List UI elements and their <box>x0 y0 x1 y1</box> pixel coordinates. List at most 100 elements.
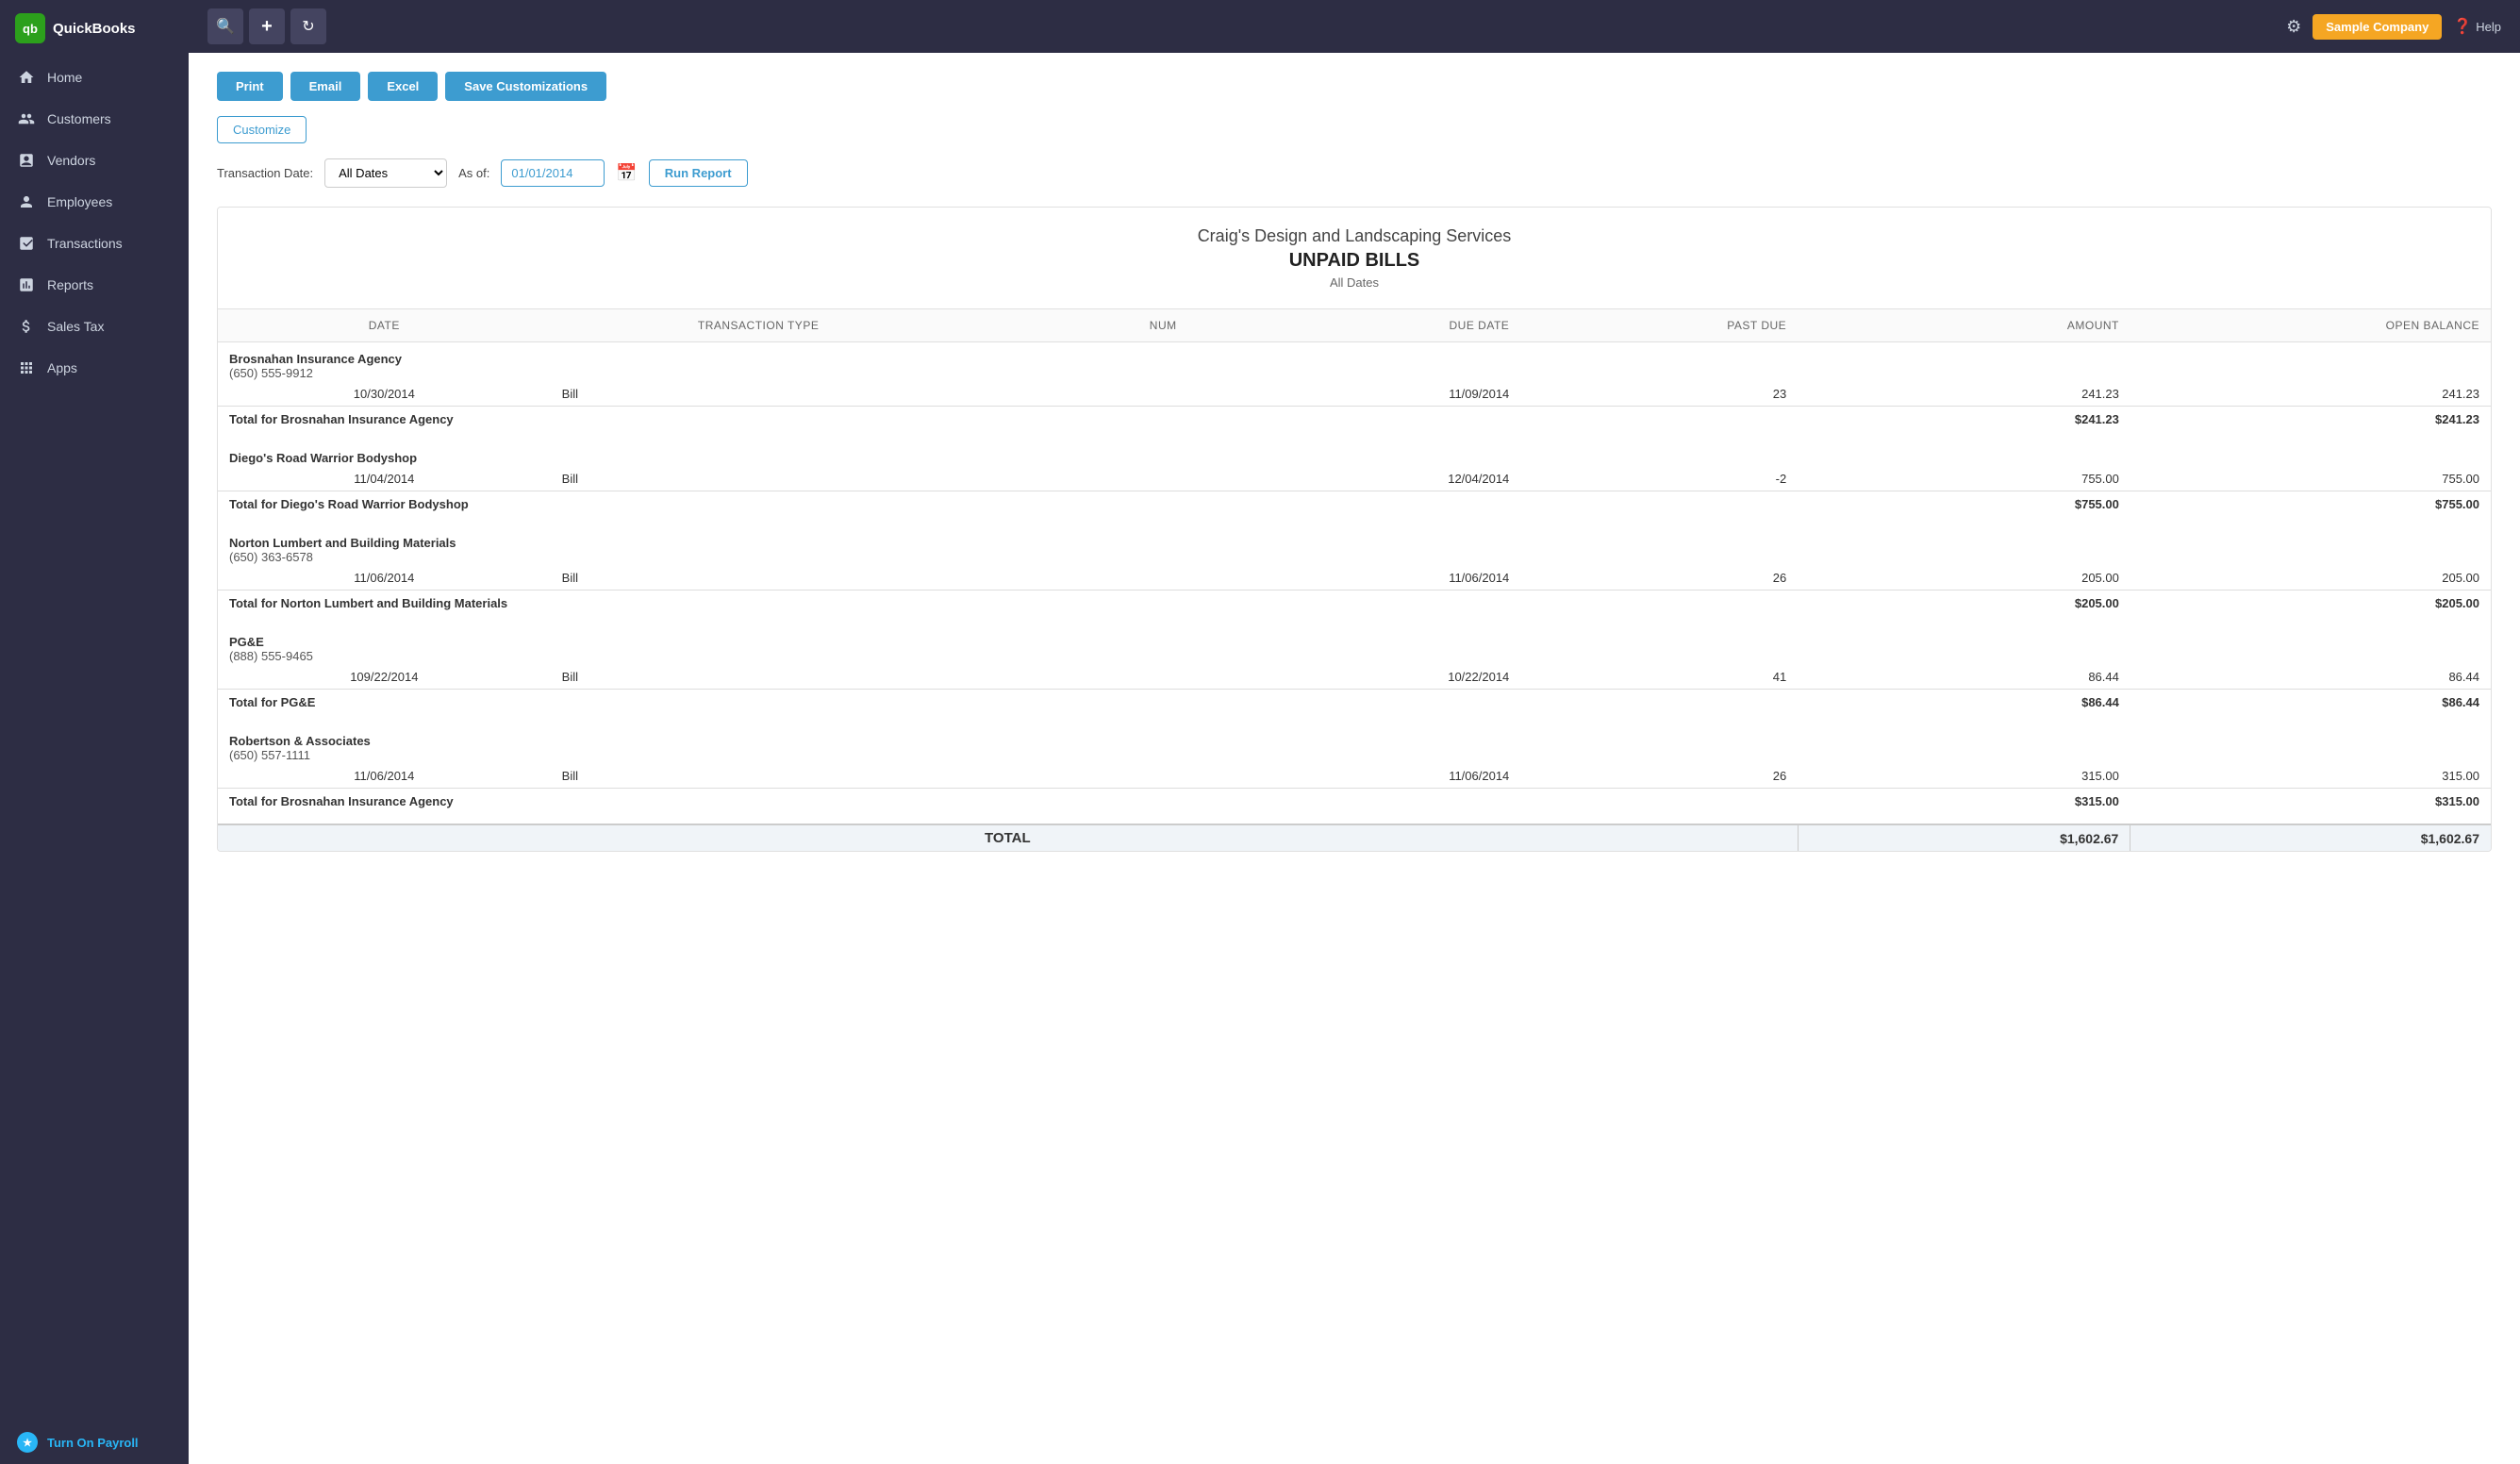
vendor-phone: (650) 557-1111 <box>229 748 2479 762</box>
tx-due-date: 10/22/2014 <box>1188 665 1521 690</box>
vendor-total-balance: $86.44 <box>2130 690 2491 716</box>
sidebar-customers-label: Customers <box>47 111 111 126</box>
vendor-name-row: Brosnahan Insurance Agency (650) 555-991… <box>218 342 2491 383</box>
tx-type: Bill <box>551 764 967 789</box>
sidebar-employees-label: Employees <box>47 194 112 209</box>
transaction-date-select[interactable]: All Dates This Month Last Month This Yea… <box>324 158 447 188</box>
sidebar-sales-tax-label: Sales Tax <box>47 319 104 334</box>
tx-balance: 241.23 <box>2130 382 2491 407</box>
reports-icon <box>17 275 36 294</box>
vendor-total-amount: $241.23 <box>1798 407 2130 433</box>
vendor-total-row: Total for Diego's Road Warrior Bodyshop … <box>218 491 2491 518</box>
asof-label: As of: <box>458 166 489 180</box>
sidebar-item-customers[interactable]: Customers <box>0 98 189 140</box>
col-header-type: TRANSACTION TYPE <box>551 309 967 342</box>
transactions-icon <box>17 234 36 253</box>
home-icon <box>17 68 36 87</box>
tx-type: Bill <box>551 382 967 407</box>
tx-num <box>967 665 1188 690</box>
customize-button[interactable]: Customize <box>217 116 307 143</box>
sidebar-vendors-label: Vendors <box>47 153 95 168</box>
transaction-row: 10/30/2014 Bill 11/09/2014 23 241.23 241… <box>218 382 2491 407</box>
tx-balance: 86.44 <box>2130 665 2491 690</box>
sidebar-reports-label: Reports <box>47 277 93 292</box>
sidebar-payroll-label: Turn On Payroll <box>47 1436 139 1450</box>
sidebar-item-apps[interactable]: Apps <box>0 347 189 389</box>
transaction-row: 11/06/2014 Bill 11/06/2014 26 315.00 315… <box>218 764 2491 789</box>
sidebar-payroll[interactable]: ★ Turn On Payroll <box>0 1421 189 1464</box>
transaction-row: 11/04/2014 Bill 12/04/2014 -2 755.00 755… <box>218 467 2491 491</box>
email-button[interactable]: Email <box>290 72 361 101</box>
employees-icon <box>17 192 36 211</box>
vendor-total-row: Total for Brosnahan Insurance Agency $31… <box>218 789 2491 815</box>
save-customizations-button[interactable]: Save Customizations <box>445 72 606 101</box>
vendor-total-amount: $86.44 <box>1798 690 2130 716</box>
transaction-date-label: Transaction Date: <box>217 166 313 180</box>
vendor-total-label: Total for Brosnahan Insurance Agency <box>218 407 1798 433</box>
sidebar-item-reports[interactable]: Reports <box>0 264 189 306</box>
report-subtitle: All Dates <box>237 275 2472 290</box>
tx-num <box>967 764 1188 789</box>
spacer-row <box>218 814 2491 824</box>
vendor-total-label: Total for Diego's Road Warrior Bodyshop <box>218 491 1798 518</box>
tx-num <box>967 382 1188 407</box>
grand-total-balance: $1,602.67 <box>2130 824 2491 851</box>
vendor-name: Brosnahan Insurance Agency <box>229 352 2479 366</box>
report-area: Craig's Design and Landscaping Services … <box>217 207 2492 852</box>
company-button[interactable]: Sample Company <box>2313 14 2442 40</box>
vendor-name: Diego's Road Warrior Bodyshop <box>229 451 2479 465</box>
col-header-num: NUM <box>967 309 1188 342</box>
settings-icon[interactable]: ⚙ <box>2286 17 2301 37</box>
asof-input[interactable] <box>501 159 605 187</box>
tx-num <box>967 566 1188 591</box>
col-header-balance: OPEN BALANCE <box>2130 309 2491 342</box>
vendor-name: PG&E <box>229 635 2479 649</box>
tx-due-date: 11/06/2014 <box>1188 764 1521 789</box>
sidebar-item-vendors[interactable]: Vendors <box>0 140 189 181</box>
tx-due-date: 12/04/2014 <box>1188 467 1521 491</box>
sales-tax-icon <box>17 317 36 336</box>
tx-due-date: 11/09/2014 <box>1188 382 1521 407</box>
tx-type: Bill <box>551 566 967 591</box>
topbar-right: ⚙ Sample Company ❓ Help <box>2286 14 2501 40</box>
tx-amount: 241.23 <box>1798 382 2130 407</box>
report-body: Brosnahan Insurance Agency (650) 555-991… <box>218 342 2491 825</box>
refresh-button[interactable]: ↻ <box>290 8 326 44</box>
spacer-row <box>218 715 2491 724</box>
vendor-total-amount: $755.00 <box>1798 491 2130 518</box>
sidebar-item-transactions[interactable]: Transactions <box>0 223 189 264</box>
tx-amount: 205.00 <box>1798 566 2130 591</box>
calendar-icon[interactable]: 📅 <box>616 163 637 183</box>
report-header: Craig's Design and Landscaping Services … <box>218 208 2491 308</box>
print-button[interactable]: Print <box>217 72 283 101</box>
customers-icon <box>17 109 36 128</box>
vendor-total-row: Total for Brosnahan Insurance Agency $24… <box>218 407 2491 433</box>
add-button[interactable]: + <box>249 8 285 44</box>
tx-past-due: 26 <box>1520 566 1798 591</box>
excel-button[interactable]: Excel <box>368 72 438 101</box>
sidebar-item-home[interactable]: Home <box>0 57 189 98</box>
vendor-name: Robertson & Associates <box>229 734 2479 748</box>
grand-total-label: TOTAL <box>218 824 1798 851</box>
vendor-total-row: Total for PG&E $86.44 $86.44 <box>218 690 2491 716</box>
run-report-button[interactable]: Run Report <box>649 159 748 187</box>
col-header-amount: AMOUNT <box>1798 309 2130 342</box>
vendor-phone: (888) 555-9465 <box>229 649 2479 663</box>
payroll-icon: ★ <box>17 1432 38 1453</box>
col-header-date: DATE <box>218 309 551 342</box>
quickbooks-logo-icon: qb <box>15 13 45 43</box>
sidebar-item-sales-tax[interactable]: Sales Tax <box>0 306 189 347</box>
vendor-total-label: Total for Norton Lumbert and Building Ma… <box>218 591 1798 617</box>
vendor-name-row: Norton Lumbert and Building Materials (6… <box>218 526 2491 566</box>
tx-past-due: 41 <box>1520 665 1798 690</box>
vendor-total-amount: $315.00 <box>1798 789 2130 815</box>
search-button[interactable]: 🔍 <box>207 8 243 44</box>
tx-past-due: 23 <box>1520 382 1798 407</box>
sidebar-item-employees[interactable]: Employees <box>0 181 189 223</box>
report-table: DATE TRANSACTION TYPE NUM DUE DATE PAST … <box>218 308 2491 851</box>
report-title: UNPAID BILLS <box>237 250 2472 272</box>
transaction-row: 11/06/2014 Bill 11/06/2014 26 205.00 205… <box>218 566 2491 591</box>
col-header-due: DUE DATE <box>1188 309 1521 342</box>
content-area: Print Email Excel Save Customizations Cu… <box>189 53 2520 1464</box>
help-button[interactable]: ❓ Help <box>2453 17 2501 36</box>
